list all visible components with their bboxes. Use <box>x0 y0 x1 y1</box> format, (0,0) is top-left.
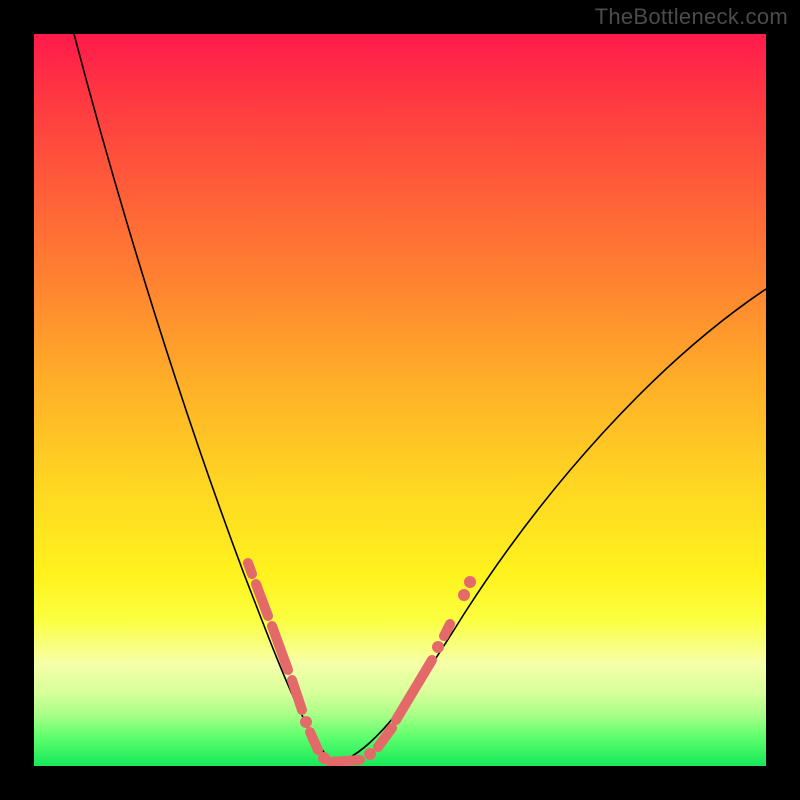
marker-seg <box>330 760 360 762</box>
right-curve <box>334 289 766 764</box>
marker-seg <box>444 624 450 636</box>
marker-dot <box>432 641 444 653</box>
marker-seg <box>272 626 288 670</box>
left-curve <box>74 34 334 764</box>
marker-seg <box>378 728 392 747</box>
marker-seg <box>292 680 302 710</box>
curve-layer <box>34 34 766 766</box>
marker-seg <box>248 563 252 574</box>
marker-dot <box>464 576 476 588</box>
marker-seg <box>310 732 318 750</box>
watermark-text: TheBottleneck.com <box>595 4 788 30</box>
marker-dot <box>458 589 470 601</box>
marker-seg <box>396 660 432 720</box>
chart-frame: TheBottleneck.com <box>0 0 800 800</box>
plot-area <box>34 34 766 766</box>
marker-dot <box>300 716 312 728</box>
